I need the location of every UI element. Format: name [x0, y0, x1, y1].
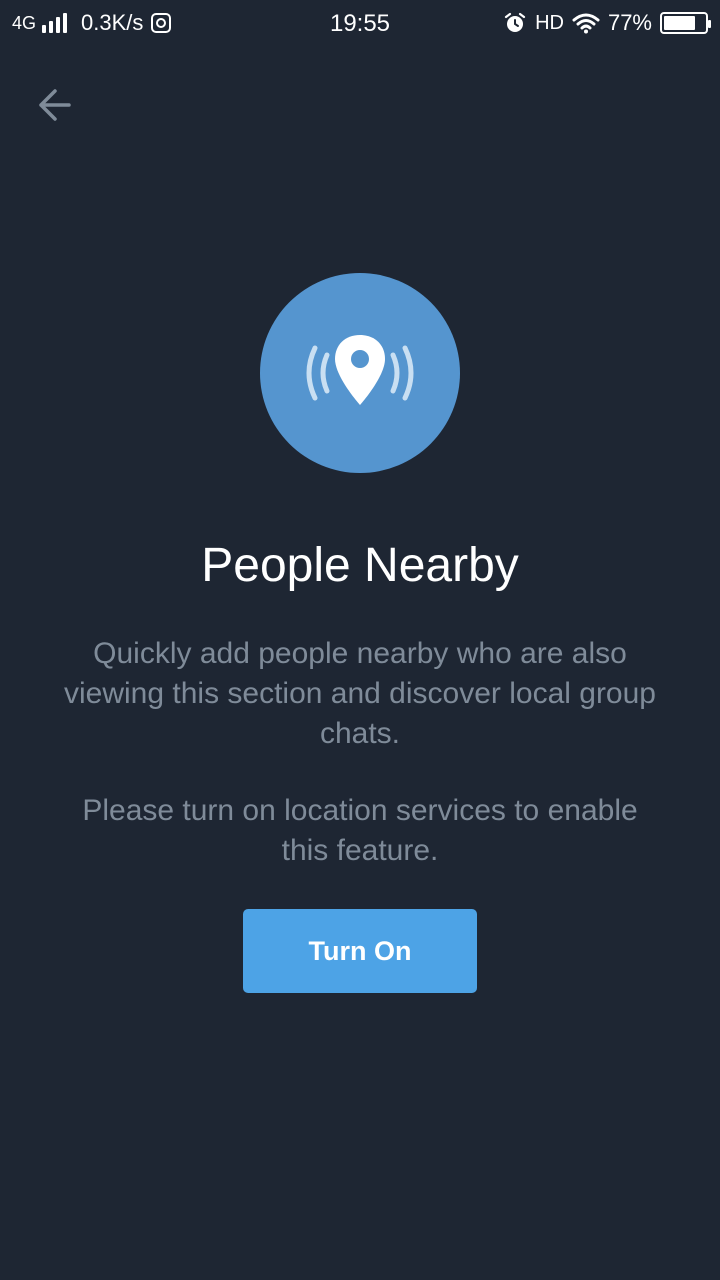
feature-description: Quickly add people nearby who are also v… — [64, 637, 656, 750]
arrow-left-icon — [39, 89, 71, 121]
battery-icon — [660, 12, 711, 34]
status-bar-right: HD 77% — [503, 10, 711, 36]
location-pin-broadcast-icon — [306, 335, 414, 405]
turn-on-button[interactable]: Turn On — [243, 909, 477, 993]
people-nearby-screen: 4G 0.3K/s 19:55 HD 77% People Nearby Qui… — [0, 0, 720, 1280]
status-bar: 4G 0.3K/s 19:55 HD 77% — [0, 0, 720, 50]
alarm-icon — [504, 12, 526, 32]
wifi-icon — [572, 13, 600, 34]
back-button[interactable] — [30, 80, 80, 130]
battery-level-fill — [664, 16, 695, 30]
location-services-note: Please turn on location services to enab… — [82, 794, 638, 867]
page-title: People Nearby — [201, 539, 519, 592]
hd-indicator: HD — [535, 11, 564, 34]
hero-circle — [260, 273, 460, 473]
battery-percent: 77% — [607, 10, 652, 35]
